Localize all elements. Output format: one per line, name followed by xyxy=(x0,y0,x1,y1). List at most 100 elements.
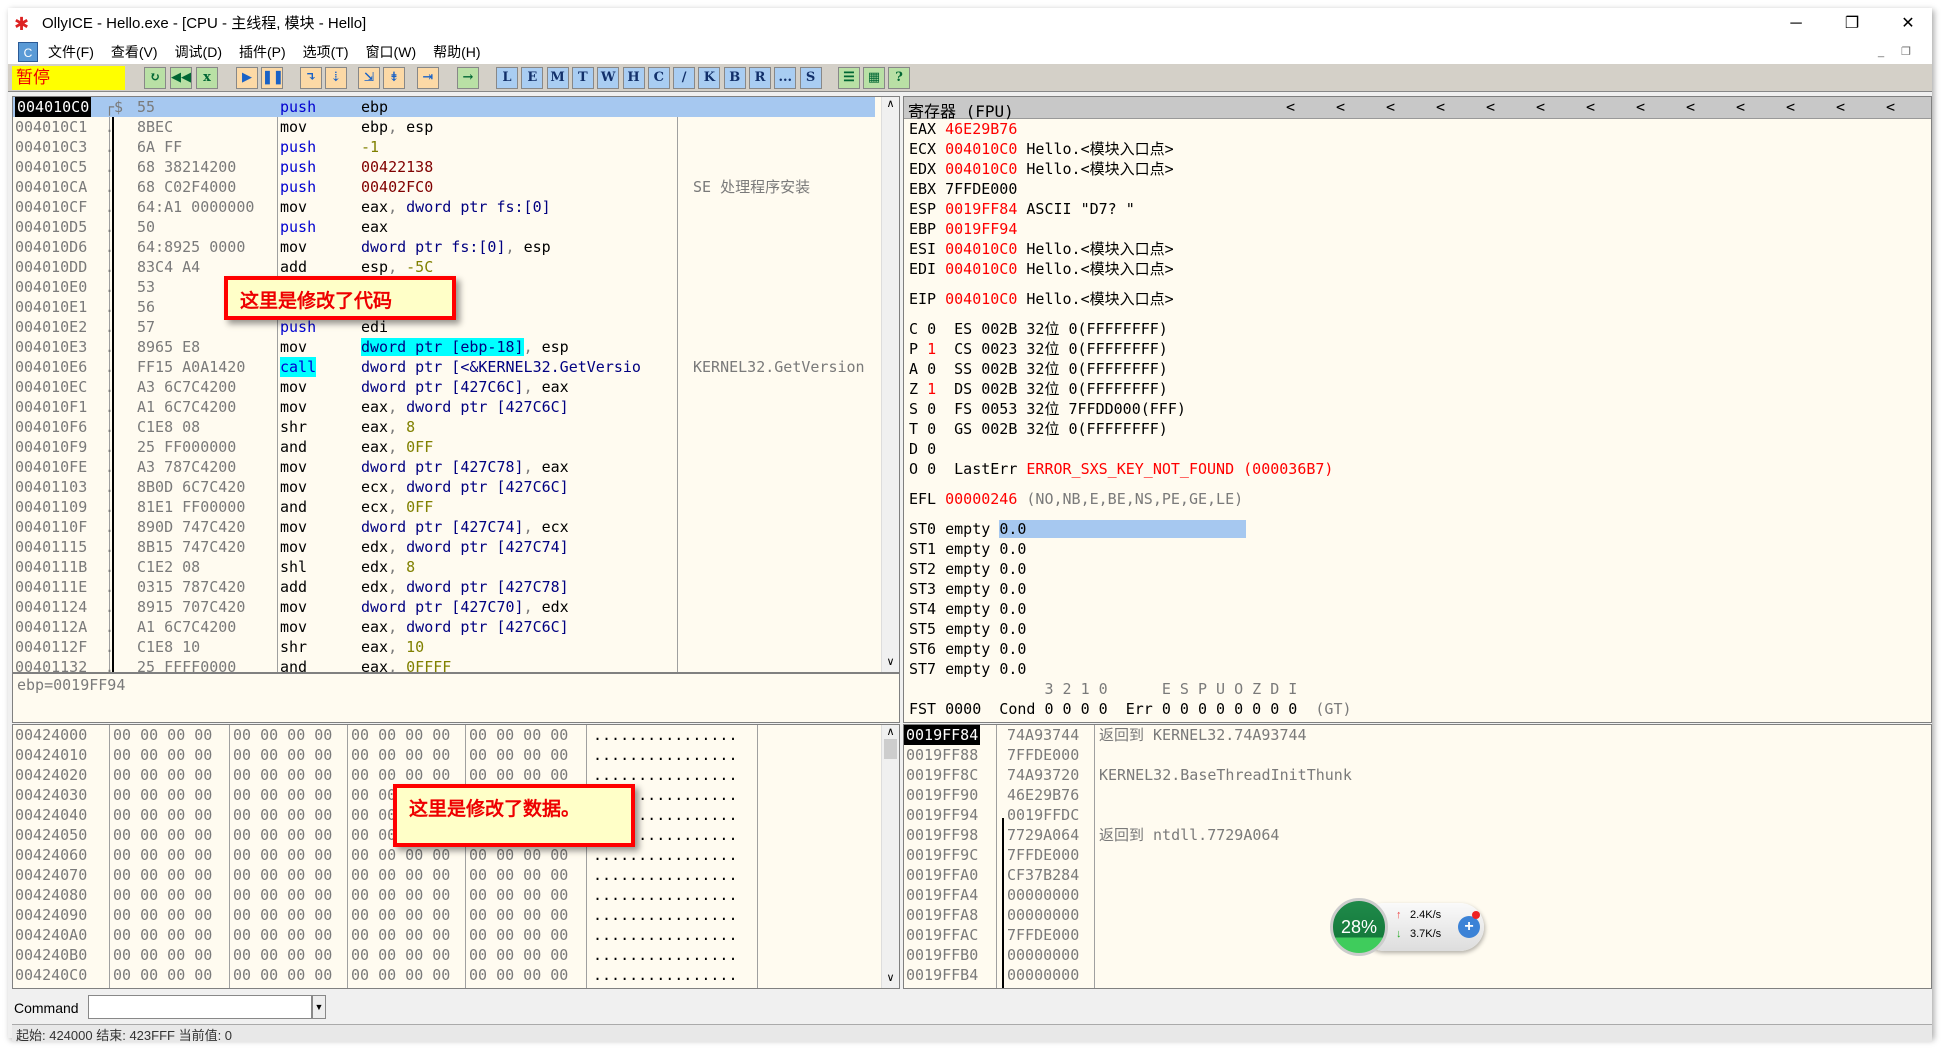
dump-row[interactable]: 00424000 00 00 00 00 00 00 00 00 00 00 00 0… xyxy=(13,725,873,745)
disasm-row[interactable]: 0040111B. C1E2 08 shl edx, 8 xyxy=(13,557,875,577)
view-button-12[interactable]: S xyxy=(799,67,822,89)
stack-row[interactable]: 0019FF98 7729A064 返回到 ntdll.7729A064 xyxy=(904,825,1924,845)
palette-icon[interactable]: ▦ xyxy=(863,67,885,89)
view-button-10[interactable]: R xyxy=(749,67,771,89)
collapse-arrow-icon[interactable]: < xyxy=(1336,98,1345,116)
help-icon[interactable]: ? xyxy=(888,67,910,89)
open-icon[interactable]: ↻ xyxy=(144,67,166,89)
view-button-0[interactable]: L xyxy=(496,67,518,89)
register-line[interactable]: ST5 empty 0.0 xyxy=(909,619,1909,639)
register-line[interactable]: C 0 ES 002B 32位 0(FFFFFFFF) xyxy=(909,319,1909,339)
register-line[interactable]: P 1 CS 0023 32位 0(FFFFFFFF) xyxy=(909,339,1909,359)
plus-icon[interactable]: + xyxy=(1458,916,1480,938)
view-button-1[interactable]: E xyxy=(521,67,544,89)
menu-1[interactable]: 查看(V) xyxy=(111,40,158,64)
view-button-5[interactable]: H xyxy=(622,67,645,89)
menu-5[interactable]: 窗口(W) xyxy=(366,40,417,64)
registers-pane[interactable]: 寄存器 (FPU) < < < < < < < < < < < < < EAX 46E29B76 ECX … xyxy=(903,96,1932,723)
pause-icon[interactable]: ❚❚ xyxy=(261,67,284,89)
list-icon[interactable]: ☰ xyxy=(838,67,860,89)
step-over-icon[interactable]: ⇣ xyxy=(325,67,347,89)
disasm-row[interactable]: 004010E6. FF15 A0A1420 call dword ptr [<&KE… xyxy=(13,357,875,377)
register-line[interactable]: ECX 004010C0 Hello.<模块入口点> xyxy=(909,139,1909,159)
dump-row[interactable]: 00424060 00 00 00 00 00 00 00 00 00 00 00 0… xyxy=(13,845,873,865)
register-line[interactable]: ST6 empty 0.0 xyxy=(909,639,1909,659)
disasm-row[interactable]: 004010FE. A3 787C4200 mov dword ptr [427C78… xyxy=(13,457,875,477)
stack-row[interactable]: 0019FF84 74A93744 返回到 KERNEL32.74A93744 xyxy=(904,725,1924,745)
mdi-minimize-button[interactable]: _ xyxy=(1878,40,1884,64)
register-line[interactable]: EDX 004010C0 Hello.<模块入口点> xyxy=(909,159,1909,179)
dump-row[interactable]: 00424090 00 00 00 00 00 00 00 00 00 00 00 0… xyxy=(13,905,873,925)
stack-row[interactable]: 0019FF94 0019FFDC xyxy=(904,805,1924,825)
register-line[interactable]: A 0 SS 002B 32位 0(FFFFFFFF) xyxy=(909,359,1909,379)
menu-4[interactable]: 选项(T) xyxy=(303,40,349,64)
register-line[interactable]: D 0 xyxy=(909,439,1909,459)
memory-dump-pane[interactable]: ∧ ∨ 00424000 00 00 00 00 00 00 00 00 00 00 0… xyxy=(12,724,900,989)
view-button-11[interactable]: ... xyxy=(774,67,797,89)
disasm-row[interactable]: 00401109. 81E1 FF00000 and ecx, 0FF xyxy=(13,497,875,517)
goto-icon[interactable]: → xyxy=(457,67,479,89)
view-button-9[interactable]: B xyxy=(723,67,746,89)
disasm-row[interactable]: 004010E3. 8965 E8 mov dword ptr [ebp-18], e… xyxy=(13,337,875,357)
collapse-arrow-icon[interactable]: < xyxy=(1536,98,1545,116)
menu-0[interactable]: 文件(F) xyxy=(48,40,94,64)
close-button[interactable]: ✕ xyxy=(1885,8,1931,40)
cpu-window-icon[interactable]: C xyxy=(18,42,38,62)
collapse-arrow-icon[interactable]: < xyxy=(1586,98,1595,116)
disasm-row[interactable]: 004010C0 ┌$ 55 push ebp xyxy=(13,97,875,117)
disasm-row[interactable]: 004010E2. 57 push edi xyxy=(13,317,875,337)
disasm-row[interactable]: 004010CF. 64:A1 0000000 mov eax, dword ptr … xyxy=(13,197,875,217)
disasm-row[interactable]: 0040110F. 890D 747C420 mov dword ptr [427C7… xyxy=(13,517,875,537)
collapse-arrow-icon[interactable]: < xyxy=(1386,98,1395,116)
step-into-icon[interactable]: ↴ xyxy=(300,67,322,89)
view-button-7[interactable]: / xyxy=(673,67,696,89)
stack-row[interactable]: 0019FF8C 74A93720 KERNEL32.BaseThreadInitT… xyxy=(904,765,1924,785)
minimize-button[interactable]: ─ xyxy=(1773,8,1819,40)
disasm-row[interactable]: 00401124. 8915 707C420 mov dword ptr [427C7… xyxy=(13,597,875,617)
restore-button[interactable]: ❐ xyxy=(1829,8,1875,40)
stack-row[interactable]: 0019FF9C 7FFDE000 xyxy=(904,845,1924,865)
trace-into-icon[interactable]: ⇲ xyxy=(358,67,380,89)
disasm-row[interactable]: 00401103. 8B0D 6C7C420 mov ecx, dword ptr [… xyxy=(13,477,875,497)
disassembly-pane[interactable]: ∧ ∨ 004010C0 ┌$ 55 push ebp 004010C1. 8BEC mov eb… xyxy=(12,96,900,673)
mdi-restore-button[interactable]: ❐ xyxy=(1901,40,1911,64)
register-line[interactable]: ST1 empty 0.0 xyxy=(909,539,1909,559)
view-button-3[interactable]: T xyxy=(571,67,594,89)
restart-icon[interactable]: ◀◀ xyxy=(170,67,192,89)
stack-row[interactable]: 0019FFA0 CF37B284 xyxy=(904,865,1924,885)
dump-row[interactable]: 004240C0 00 00 00 00 00 00 00 00 00 00 00 0… xyxy=(13,965,873,985)
collapse-arrow-icon[interactable]: < xyxy=(1836,98,1845,116)
register-line[interactable]: S 0 FS 0053 32位 7FFDD000(FFF) xyxy=(909,399,1909,419)
disasm-row[interactable]: 004010C5. 68 38214200 push 00422138 xyxy=(13,157,875,177)
disasm-row[interactable]: 004010C1. 8BEC mov ebp, esp xyxy=(13,117,875,137)
disasm-row[interactable]: 004010CA. 68 C02F4000 push 00402FC0 SE 处理程序安… xyxy=(13,177,875,197)
execute-till-return-icon[interactable]: ⇥ xyxy=(417,67,439,89)
disasm-row[interactable]: 00401115. 8B15 747C420 mov edx, dword ptr [… xyxy=(13,537,875,557)
collapse-arrow-icon[interactable]: < xyxy=(1886,98,1895,116)
dump-row[interactable]: 004240B0 00 00 00 00 00 00 00 00 00 00 00 0… xyxy=(13,945,873,965)
register-line[interactable]: EIP 004010C0 Hello.<模块入口点> xyxy=(909,289,1909,309)
register-line[interactable]: ST7 empty 0.0 xyxy=(909,659,1909,679)
disasm-row[interactable]: 0040112A. A1 6C7C4200 mov eax, dword ptr [4… xyxy=(13,617,875,637)
collapse-arrow-icon[interactable]: < xyxy=(1436,98,1445,116)
dump-row[interactable]: 00424080 00 00 00 00 00 00 00 00 00 00 00 0… xyxy=(13,885,873,905)
trace-over-icon[interactable]: ⇟ xyxy=(383,67,405,89)
disasm-row[interactable]: 004010F9. 25 FF000000 and eax, 0FF xyxy=(13,437,875,457)
register-line[interactable]: ST4 empty 0.0 xyxy=(909,599,1909,619)
view-button-6[interactable]: C xyxy=(647,67,670,89)
run-icon[interactable]: ▶ xyxy=(236,67,258,89)
register-line[interactable]: ST2 empty 0.0 xyxy=(909,559,1909,579)
stack-row[interactable]: 0019FFB4 00000000 xyxy=(904,965,1924,985)
register-line[interactable]: O 0 LastErr ERROR_SXS_KEY_NOT_FOUND (000… xyxy=(909,459,1909,479)
register-line[interactable]: ST0 empty 0.0 xyxy=(909,519,1909,539)
disasm-row[interactable]: 004010EC. A3 6C7C4200 mov dword ptr [427C6C… xyxy=(13,377,875,397)
register-line[interactable]: ESI 004010C0 Hello.<模块入口点> xyxy=(909,239,1909,259)
disasm-row[interactable]: 004010F6. C1E8 08 shr eax, 8 xyxy=(13,417,875,437)
collapse-arrow-icon[interactable]: < xyxy=(1736,98,1745,116)
memory-usage-gauge[interactable]: 28% xyxy=(1330,898,1388,956)
dump-row[interactable]: 00424020 00 00 00 00 00 00 00 00 00 00 00 0… xyxy=(13,765,873,785)
register-line[interactable]: FST 0000 Cond 0 0 0 0 Err 0 0 0 0 0 0 0 … xyxy=(909,699,1909,719)
disasm-row[interactable]: 0040111E. 0315 787C420 add edx, dword ptr [… xyxy=(13,577,875,597)
register-line[interactable]: T 0 GS 002B 32位 0(FFFFFFFF) xyxy=(909,419,1909,439)
close-icon[interactable]: x xyxy=(196,67,218,89)
